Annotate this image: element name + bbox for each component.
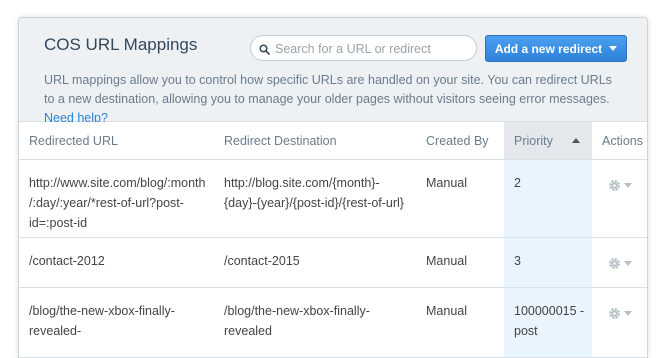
table-row: http://www.site.com/blog/:month/:day/:ye…: [19, 159, 647, 238]
add-redirect-button[interactable]: Add a new redirect: [485, 35, 627, 62]
priority-cell: 3: [504, 237, 592, 288]
redirected-url-cell: /contact-2012: [19, 237, 214, 288]
description-text: URL mappings allow you to control how sp…: [44, 73, 612, 106]
created-by-cell: Manual: [416, 237, 504, 288]
destination-cell: http://blog.site.com/{month}-{day}-{year…: [214, 159, 416, 238]
row-actions-menu[interactable]: [608, 307, 632, 320]
panel-header: COS URL Mappings Add a new redirect URL …: [19, 18, 647, 125]
destination-cell: /contact-2015: [214, 237, 416, 288]
add-redirect-button-label: Add a new redirect: [494, 41, 603, 56]
table-row: /blog/the-new-xbox-finally-revealed- /bl…: [19, 287, 647, 358]
row-actions-menu[interactable]: [608, 179, 632, 192]
table-row: /contact-2012 /contact-2015 Manual 3: [19, 237, 647, 288]
gear-icon: [609, 180, 620, 191]
url-mappings-table: Redirected URL Redirect Destination Crea…: [19, 122, 647, 358]
priority-cell: 2: [504, 159, 592, 238]
destination-cell: /blog/the-new-xbox-finally-revealed: [214, 287, 416, 358]
created-by-cell: Manual: [416, 159, 504, 238]
gear-icon: [609, 258, 620, 269]
chevron-down-icon: [609, 46, 618, 51]
actions-cell: [592, 237, 647, 288]
column-header-redirect-destination[interactable]: Redirect Destination: [214, 122, 416, 160]
search-icon: [259, 42, 270, 60]
gear-icon: [609, 308, 620, 319]
search-input[interactable]: [273, 38, 473, 60]
row-actions-menu[interactable]: [608, 257, 632, 270]
table-header-row: Redirected URL Redirect Destination Crea…: [19, 122, 647, 160]
column-header-priority[interactable]: Priority: [504, 122, 592, 160]
actions-cell: [592, 159, 647, 238]
column-header-created-by[interactable]: Created By: [416, 122, 504, 160]
description: URL mappings allow you to control how sp…: [44, 71, 624, 128]
column-header-priority-label: Priority: [514, 133, 553, 148]
redirected-url-cell: /blog/the-new-xbox-finally-revealed-: [19, 287, 214, 358]
redirected-url-cell: http://www.site.com/blog/:month/:day/:ye…: [19, 159, 214, 238]
url-mappings-panel: COS URL Mappings Add a new redirect URL …: [18, 17, 648, 358]
chevron-down-icon: [624, 311, 632, 316]
sort-ascending-icon: [572, 138, 580, 143]
page-title: COS URL Mappings: [44, 35, 198, 54]
created-by-cell: Manual: [416, 287, 504, 358]
search-box[interactable]: [250, 35, 477, 61]
column-header-actions: Actions: [592, 122, 647, 160]
chevron-down-icon: [624, 261, 632, 266]
actions-cell: [592, 287, 647, 358]
chevron-down-icon: [624, 183, 632, 188]
column-header-redirected-url[interactable]: Redirected URL: [19, 122, 214, 160]
priority-cell: 100000015 - post: [504, 287, 592, 358]
